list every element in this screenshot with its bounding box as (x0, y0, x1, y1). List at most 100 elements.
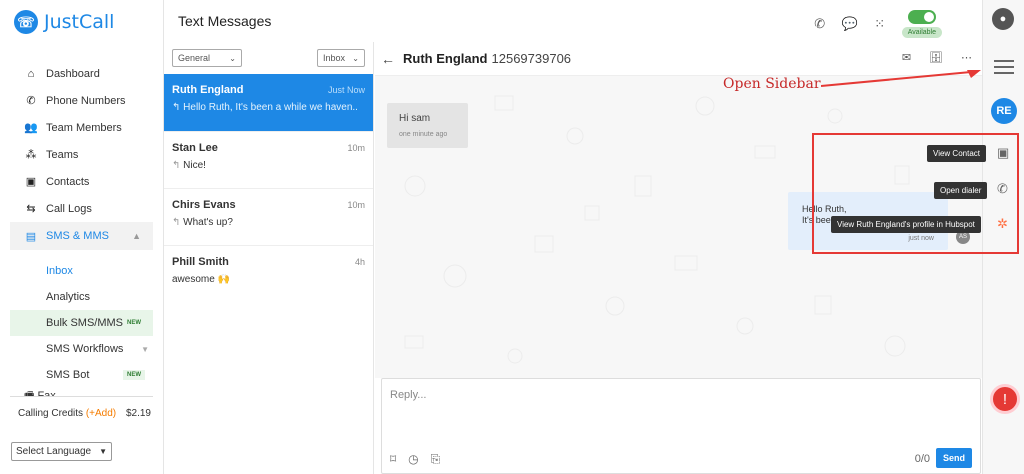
phone-icon: ✆ (26, 95, 36, 107)
chat-actions: ✉ 🗄 ⋯ (902, 51, 972, 64)
reply-tools: ⌑ ◷ ⎘ (390, 452, 440, 467)
annotation-label: Open Sidebar (723, 76, 821, 92)
phone-icon[interactable]: ✆ (812, 16, 828, 32)
sms-icon: ▤ (25, 230, 37, 243)
profile-icon[interactable]: ● (992, 8, 1014, 30)
main-nav: ⌂ Dashboard ✆ Phone Numbers 👥 Team Membe… (0, 60, 163, 388)
sub-item-sms-workflows[interactable]: SMS Workflows ▼ (0, 336, 163, 362)
message-text: Hi sam (399, 113, 431, 124)
sub-item-label: Analytics (46, 291, 91, 303)
nav-item-sms-mms[interactable]: ▤ SMS & MMS ▲ (10, 222, 153, 250)
attachment-icon[interactable]: ⎘ (431, 452, 441, 467)
status-badge: Available (901, 27, 942, 38)
sub-item-analytics[interactable]: Analytics (0, 284, 163, 310)
more-icon[interactable]: ⋯ (961, 51, 972, 64)
teams-icon: ⁂ (25, 149, 37, 161)
contacts-icon: ▣ (25, 176, 37, 188)
conversation-preview: Nice! (183, 160, 206, 171)
contact-name: Ruth England (403, 51, 488, 66)
nav-label: Teams (46, 148, 79, 161)
toggle-switch[interactable] (907, 10, 936, 24)
alert-icon[interactable]: ! (990, 384, 1020, 414)
apps-icon[interactable]: ⁙ (872, 16, 888, 32)
conversation-item[interactable]: Chirs Evans 10m ↰ What's up? (164, 189, 373, 246)
mail-icon[interactable]: ✉ (902, 51, 911, 64)
folder-select[interactable]: General ⌄ (172, 49, 242, 67)
logo-text: JustCall (44, 11, 115, 33)
conversation-name: Chirs Evans (172, 199, 236, 211)
nav-label: Phone Numbers (46, 94, 126, 107)
calling-credits: Calling Credits (+Add) $2.19 (10, 396, 153, 430)
incoming-message: Hi sam one minute ago (387, 103, 468, 148)
sub-item-inbox[interactable]: Inbox (0, 258, 163, 284)
sub-item-label: Inbox (46, 265, 73, 277)
chat-panel: ← Ruth England 12569739706 ✉ 🗄 ⋯ Hi sam … (375, 42, 982, 474)
add-credits-link[interactable]: (+Add) (86, 408, 116, 419)
conversation-name: Stan Lee (172, 142, 218, 154)
folder-value: General (178, 53, 211, 63)
conversation-time: 4h (354, 257, 365, 267)
contact-avatar[interactable]: RE (991, 98, 1017, 124)
nav-item-team-members[interactable]: 👥 Team Members (0, 114, 163, 141)
conversation-preview: What's up? (183, 217, 233, 228)
call-logs-icon: ⇆ (26, 203, 36, 215)
conversation-preview: awesome 🙌 (172, 274, 231, 285)
availability-toggle[interactable]: Available (901, 10, 942, 38)
conversation-list: General ⌄ Inbox ⌄ Ruth England Just Now … (164, 42, 374, 474)
nav-item-teams[interactable]: ⁂ Teams (0, 141, 163, 168)
nav-item-contacts[interactable]: ▣ Contacts (0, 168, 163, 195)
nav-item-call-logs[interactable]: ⇆ Call Logs (0, 195, 163, 222)
chevron-up-icon: ▲ (132, 231, 141, 241)
chevron-down-icon: ⌄ (352, 53, 359, 63)
home-icon: ⌂ (27, 67, 35, 80)
nav-label: Call Logs (46, 202, 92, 215)
reply-icon: ↰ (172, 217, 184, 228)
logo[interactable]: ☏ JustCall (14, 8, 114, 36)
reply-input[interactable]: Reply... (390, 389, 426, 401)
nav-item-phone-numbers[interactable]: ✆ Phone Numbers (0, 87, 163, 114)
conversation-item[interactable]: Stan Lee 10m ↰ Nice! (164, 132, 373, 189)
chevron-down-icon: ▼ (141, 344, 149, 354)
conversation-preview-row: ↰ Hello Ruth, It's been a while we haven… (172, 102, 365, 113)
language-value: Select Language (16, 446, 92, 457)
reply-icon: ↰ (172, 160, 184, 171)
conversation-name: Phill Smith (172, 256, 229, 268)
logo-icon: ☏ (14, 10, 38, 34)
chevron-down-icon: ⌄ (229, 53, 236, 63)
box-value: Inbox (323, 53, 346, 63)
conversation-item[interactable]: Ruth England Just Now ↰ Hello Ruth, It's… (164, 74, 373, 132)
template-icon[interactable]: ⌑ (390, 452, 396, 467)
schedule-icon[interactable]: ◷ (408, 452, 418, 467)
nav-label: Dashboard (46, 67, 100, 80)
conversation-filters: General ⌄ Inbox ⌄ (164, 42, 373, 74)
open-sidebar-icon[interactable] (994, 60, 1014, 78)
sub-item-sms-bot[interactable]: SMS Bot NEW (0, 362, 163, 388)
new-badge: NEW (123, 370, 145, 380)
message-time: one minute ago (399, 131, 448, 138)
send-button[interactable]: Send (936, 448, 972, 468)
annotation-box (812, 133, 1019, 254)
language-select[interactable]: Select Language ▼ (11, 442, 112, 461)
nav-item-dashboard[interactable]: ⌂ Dashboard (0, 60, 163, 87)
conversation-item[interactable]: Phill Smith 4h awesome 🙌 (164, 246, 373, 303)
team-members-icon: 👥 (24, 122, 38, 134)
conversation-time: Just Now (327, 85, 365, 95)
conversation-time: 10m (347, 143, 365, 153)
nav-label: Contacts (46, 175, 90, 188)
back-arrow-icon[interactable]: ← (381, 51, 395, 67)
reply-box[interactable]: Reply... ⌑ ◷ ⎘ 0/0 Send (381, 378, 981, 474)
page-title: Text Messages (178, 13, 272, 29)
nav-label: SMS & MMS (46, 230, 109, 242)
reply-icon: ↰ (172, 102, 184, 113)
box-select[interactable]: Inbox ⌄ (317, 49, 365, 67)
chat-icon[interactable]: 💬 (842, 16, 858, 32)
archive-icon[interactable]: 🗄 (929, 51, 943, 64)
top-bar: Text Messages ✆ 💬 ⁙ Available (164, 0, 982, 42)
conversation-time: 10m (347, 200, 365, 210)
credits-amount: $2.19 (125, 408, 151, 419)
sub-item-bulk-sms[interactable]: Bulk SMS/MMS NEW (10, 310, 153, 336)
sub-item-label: Bulk SMS/MMS (46, 317, 124, 329)
char-count: 0/0 (914, 453, 930, 465)
contact-number: 12569739706 (491, 51, 572, 66)
chevron-down-icon: ▼ (99, 447, 107, 456)
